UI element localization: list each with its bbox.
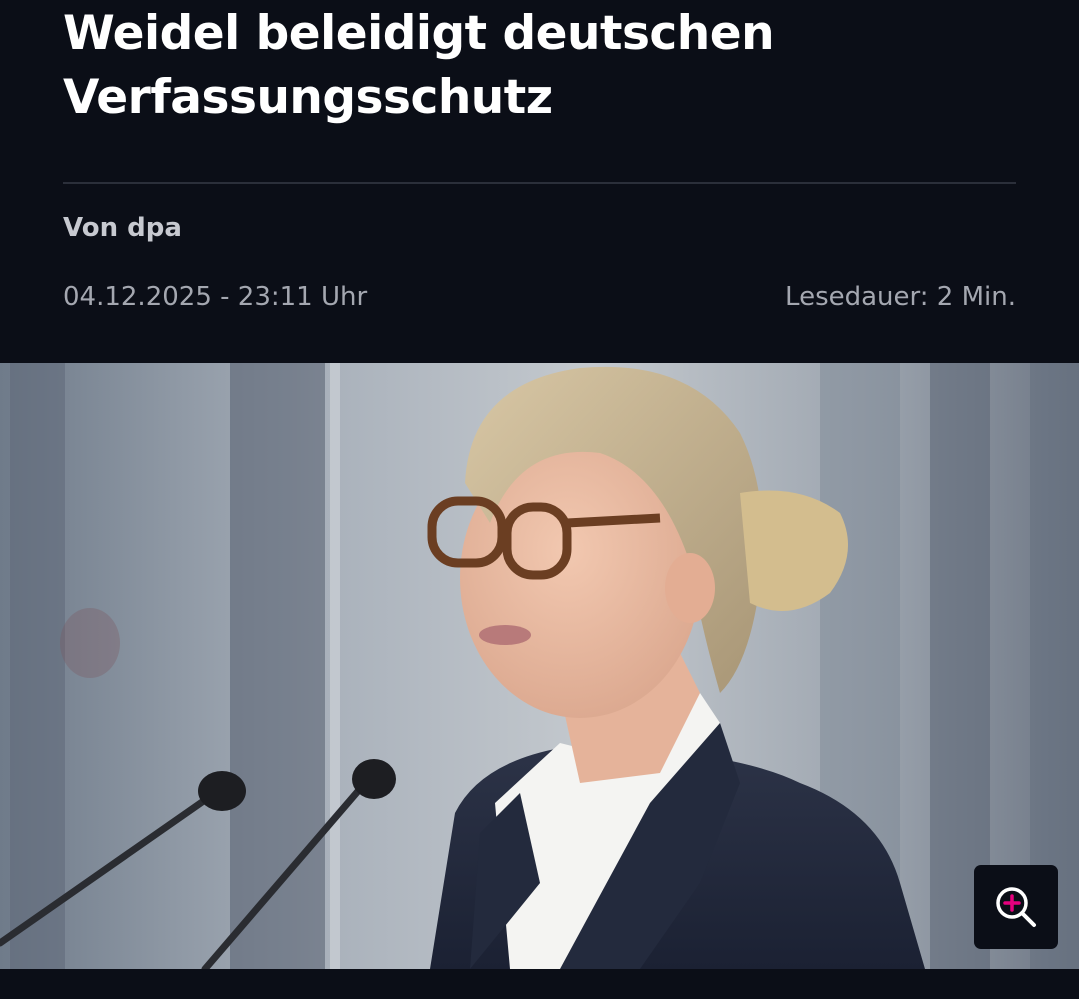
article-date: 04.12.2025 - 23:11 Uhr [63, 282, 368, 312]
photo-illustration [0, 363, 1079, 969]
page-background-strip [0, 969, 1079, 999]
reading-time: Lesedauer: 2 Min. [785, 282, 1016, 312]
article-byline: Von dpa [63, 213, 182, 243]
article-header: Weidel beleidigt deutschen Verfassungssc… [0, 0, 1079, 363]
header-divider [63, 182, 1016, 184]
article-headline: Weidel beleidigt deutschen Verfassungssc… [63, 6, 775, 125]
article-photo[interactable] [0, 363, 1079, 969]
image-zoom-button[interactable] [974, 865, 1058, 949]
zoom-in-icon [996, 887, 1036, 927]
